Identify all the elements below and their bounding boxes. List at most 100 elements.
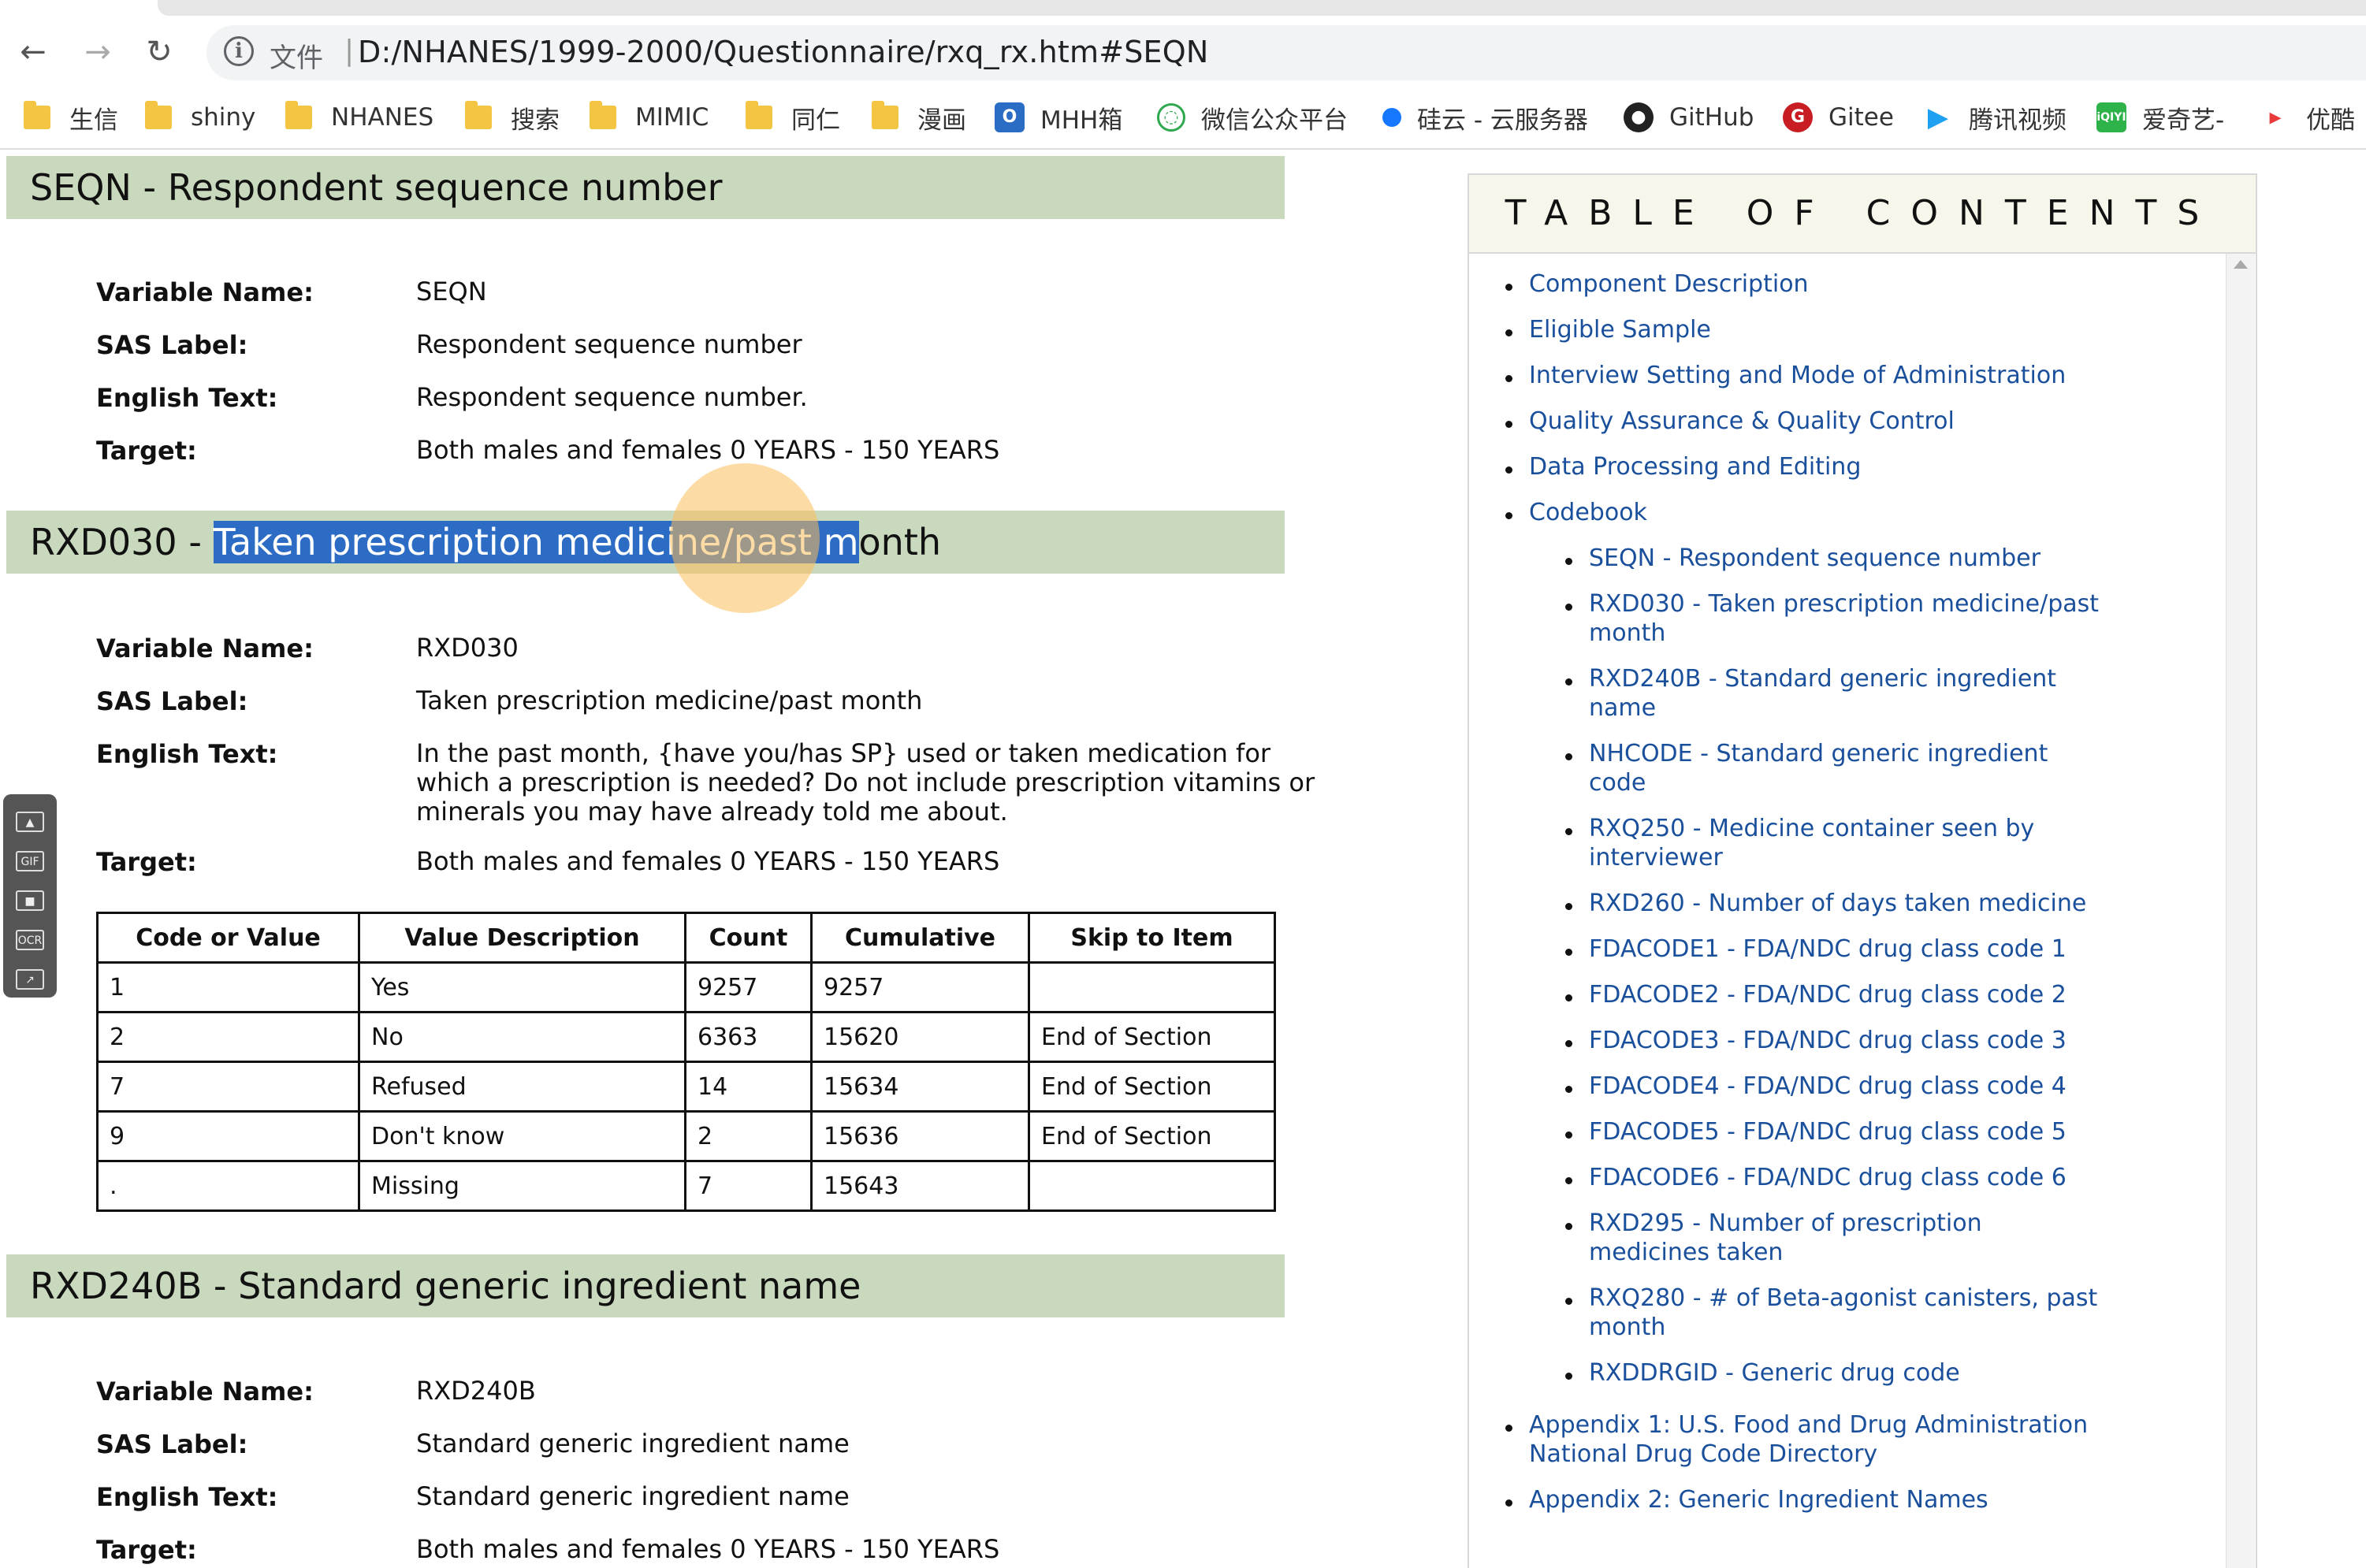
bullet-icon bbox=[1505, 1499, 1512, 1507]
info-icon[interactable]: i bbox=[224, 36, 254, 66]
toc-scrollbar[interactable] bbox=[2226, 254, 2255, 1568]
bookmark-label: NHANES bbox=[331, 103, 434, 132]
heading-prefix: RXD030 - bbox=[30, 521, 214, 563]
toc-link[interactable]: FDACODE3 - FDA/NDC drug class code 3 bbox=[1589, 1026, 2141, 1055]
toc-link[interactable]: FDACODE5 - FDA/NDC drug class code 5 bbox=[1589, 1117, 2141, 1146]
section-heading-seqn: SEQN - Respondent sequence number bbox=[6, 156, 1285, 219]
field-key: Target: bbox=[96, 436, 197, 466]
field-key: SAS Label: bbox=[96, 686, 248, 716]
bookmark-shengxin[interactable]: 生信 bbox=[24, 99, 118, 136]
toc-link[interactable]: Interview Setting and Mode of Administra… bbox=[1529, 361, 2207, 390]
toc-link[interactable]: RXD260 - Number of days taken medicine bbox=[1589, 889, 2141, 918]
toc-link[interactable]: RXD295 - Number of prescription medicine… bbox=[1589, 1209, 2030, 1267]
bullet-icon bbox=[1565, 949, 1572, 956]
toc-link[interactable]: Appendix 2: Generic Ingredient Names bbox=[1529, 1485, 2207, 1514]
youku-icon: ▸ bbox=[2260, 102, 2290, 132]
bookmark-label: 硅云 - 云服务器 bbox=[1417, 106, 1588, 135]
bookmark-shiny[interactable]: shiny bbox=[145, 99, 255, 136]
bookmark-mimic[interactable]: MIMIC bbox=[590, 99, 709, 136]
toc-link[interactable]: RXD240B - Standard generic ingredient na… bbox=[1589, 664, 2078, 723]
field-value: RXD030 bbox=[416, 633, 519, 663]
toc-link[interactable]: RXD030 - Taken prescription medicine/pas… bbox=[1589, 589, 2141, 648]
bookmark-guiyun[interactable]: 硅云 - 云服务器 bbox=[1382, 99, 1588, 136]
toc-link[interactable]: RXQ280 - # of Beta-agonist canisters, pa… bbox=[1589, 1284, 2141, 1342]
bookmark-youku[interactable]: ▸ 优酷 bbox=[2260, 99, 2355, 136]
table-cell: 7 bbox=[684, 1160, 813, 1212]
toc-title: TABLE OF CONTENTS bbox=[1469, 175, 2256, 254]
toc-link[interactable]: RXDDRGID - Generic drug code bbox=[1589, 1358, 2141, 1388]
bullet-icon bbox=[1565, 1040, 1572, 1047]
bookmark-mhh[interactable]: O MHH箱 bbox=[995, 99, 1122, 136]
bookmark-label: 生信 bbox=[69, 106, 118, 135]
gitee-icon: G bbox=[1783, 102, 1813, 132]
toc-link[interactable]: Codebook bbox=[1529, 498, 2207, 527]
toc-link[interactable]: Data Processing and Editing bbox=[1529, 452, 2207, 481]
table-cell bbox=[1028, 961, 1276, 1013]
bookmark-label: Gitee bbox=[1828, 103, 1894, 132]
forward-button[interactable]: → bbox=[80, 35, 115, 69]
bullet-icon bbox=[1565, 753, 1572, 760]
bookmark-search[interactable]: 搜索 bbox=[465, 99, 560, 136]
table-row: 1 Yes 9257 9257 bbox=[96, 961, 1276, 1013]
toc-link[interactable]: Quality Assurance & Quality Control bbox=[1529, 407, 2207, 436]
bullet-icon bbox=[1565, 1086, 1572, 1093]
bookmark-wechat[interactable]: ◌ 微信公众平台 bbox=[1157, 99, 1348, 136]
field-key: SAS Label: bbox=[96, 330, 248, 360]
toc-link[interactable]: RXQ250 - Medicine container seen by inte… bbox=[1589, 814, 2078, 872]
field-key: SAS Label: bbox=[96, 1429, 248, 1459]
toc-link[interactable]: FDACODE6 - FDA/NDC drug class code 6 bbox=[1589, 1163, 2141, 1192]
table-cell: 7 bbox=[96, 1061, 360, 1113]
bookmark-iqiyi[interactable]: iQIYI 爱奇艺- bbox=[2096, 99, 2224, 136]
column-header: Skip to Item bbox=[1028, 912, 1276, 964]
table-cell: 9257 bbox=[684, 961, 813, 1013]
ocr-icon[interactable]: OCR bbox=[16, 930, 44, 950]
table-cell: 1 bbox=[96, 961, 360, 1013]
gif-icon[interactable]: GIF bbox=[16, 851, 44, 871]
bookmark-gitee[interactable]: G Gitee bbox=[1783, 99, 1894, 136]
cursor-highlight bbox=[670, 463, 820, 613]
bullet-icon bbox=[1505, 284, 1512, 291]
navigation-bar: ← → ↻ i 文件 | D:/NHANES/1999-2000/Questio… bbox=[0, 17, 2366, 88]
bookmark-label: 漫画 bbox=[917, 106, 966, 135]
toc-link[interactable]: FDACODE1 - FDA/NDC drug class code 1 bbox=[1589, 934, 2141, 964]
codebook-table: Code or Value Value Description Count Cu… bbox=[96, 912, 1276, 1212]
bookmark-label: shiny bbox=[191, 103, 256, 132]
column-header: Value Description bbox=[358, 912, 686, 964]
bookmark-label: MHH箱 bbox=[1040, 106, 1123, 135]
bookmark-tencent-video[interactable]: ▶ 腾讯视频 bbox=[1923, 99, 2067, 136]
bookmark-github[interactable]: ● GitHub bbox=[1624, 99, 1754, 136]
share-icon[interactable]: ↗ bbox=[16, 969, 44, 990]
scroll-up-arrow-icon[interactable] bbox=[2234, 260, 2248, 269]
back-button[interactable]: ← bbox=[16, 35, 50, 69]
section-heading-rxd030: RXD030 - Taken prescription medicine/pas… bbox=[6, 511, 1285, 574]
tencent-video-icon: ▶ bbox=[1923, 102, 1953, 132]
folder-icon bbox=[145, 101, 172, 129]
page-content: SEQN - Respondent sequence number Variab… bbox=[0, 150, 2366, 1568]
table-cell: 2 bbox=[684, 1110, 813, 1162]
toc-link[interactable]: Appendix 1: U.S. Food and Drug Administr… bbox=[1529, 1410, 2144, 1469]
toc-link[interactable]: Component Description bbox=[1529, 269, 2207, 299]
record-icon[interactable]: ■ bbox=[16, 890, 44, 911]
table-cell: Refused bbox=[358, 1061, 686, 1113]
reload-button[interactable]: ↻ bbox=[142, 35, 177, 69]
bookmark-tongren[interactable]: 同仁 bbox=[746, 99, 840, 136]
wechat-icon: ◌ bbox=[1157, 103, 1185, 132]
screenshot-icon[interactable]: ▲ bbox=[16, 812, 44, 832]
table-cell: No bbox=[358, 1011, 686, 1063]
url-text[interactable]: D:/NHANES/1999-2000/Questionnaire/rxq_rx… bbox=[358, 35, 1209, 69]
toc-link[interactable]: FDACODE2 - FDA/NDC drug class code 2 bbox=[1589, 980, 2141, 1009]
toc-link[interactable]: NHCODE - Standard generic ingredient cod… bbox=[1589, 739, 2078, 797]
bookmark-nhanes[interactable]: NHANES bbox=[285, 99, 433, 136]
bookmark-label: 腾讯视频 bbox=[1969, 106, 2067, 135]
field-value: Respondent sequence number bbox=[416, 329, 802, 359]
bookmark-manhua[interactable]: 漫画 bbox=[872, 99, 966, 136]
table-cell: 15636 bbox=[810, 1110, 1030, 1162]
toc-link[interactable]: Eligible Sample bbox=[1529, 315, 2207, 344]
field-key: Variable Name: bbox=[96, 1377, 314, 1406]
bullet-icon bbox=[1565, 558, 1572, 565]
field-value: Taken prescription medicine/past month bbox=[416, 686, 923, 715]
address-bar[interactable]: i 文件 | D:/NHANES/1999-2000/Questionnaire… bbox=[206, 25, 2366, 80]
toc-link[interactable]: FDACODE4 - FDA/NDC drug class code 4 bbox=[1589, 1072, 2141, 1101]
toc-link[interactable]: SEQN - Respondent sequence number bbox=[1589, 544, 2141, 573]
bookmark-label: MIMIC bbox=[635, 103, 709, 132]
